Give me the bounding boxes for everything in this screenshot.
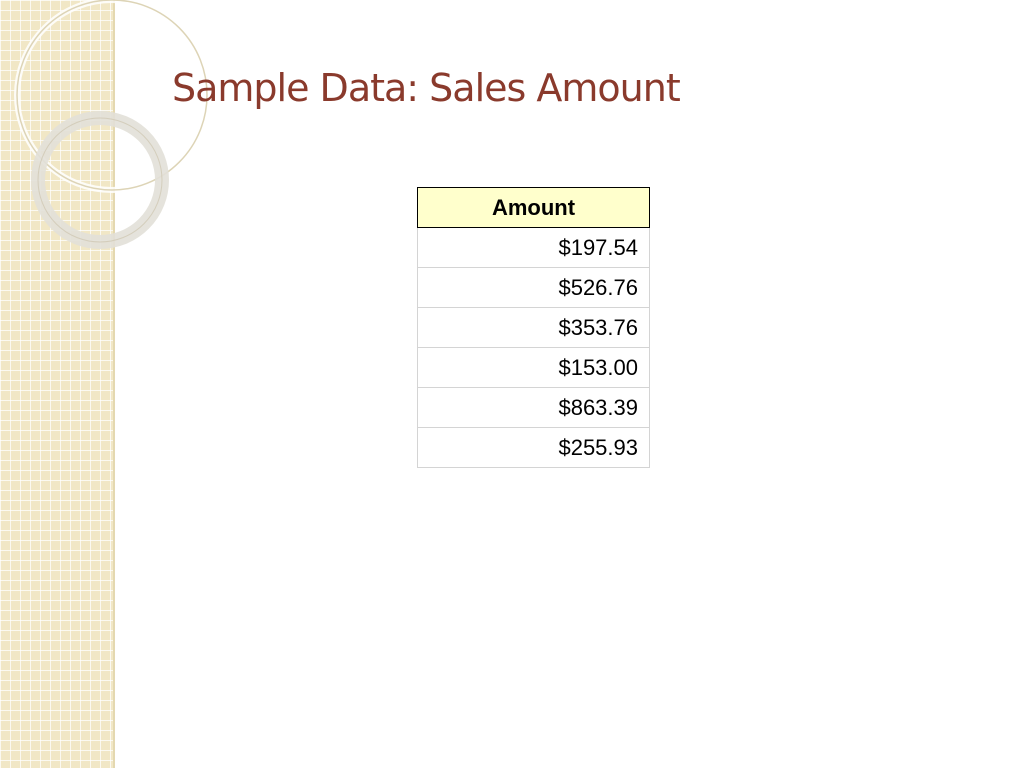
table-row: $153.00: [417, 347, 650, 388]
decorative-rings: [14, 0, 210, 249]
table-header-row: Amount: [417, 187, 650, 228]
amount-cell: $526.76: [417, 267, 650, 308]
column-header-amount: Amount: [417, 187, 650, 228]
table-row: $353.76: [417, 307, 650, 348]
amount-cell: $197.54: [417, 227, 650, 268]
slide-title: Sample Data: Sales Amount: [172, 66, 681, 110]
amount-cell: $863.39: [417, 387, 650, 428]
amount-cell: $353.76: [417, 307, 650, 348]
sales-amount-table: Amount $197.54 $526.76 $353.76 $153.00 $…: [417, 187, 650, 468]
amount-cell: $153.00: [417, 347, 650, 388]
table-row: $863.39: [417, 387, 650, 428]
table-row: $526.76: [417, 267, 650, 308]
amount-cell: $255.93: [417, 427, 650, 468]
table-row: $197.54: [417, 227, 650, 268]
table-row: $255.93: [417, 427, 650, 468]
